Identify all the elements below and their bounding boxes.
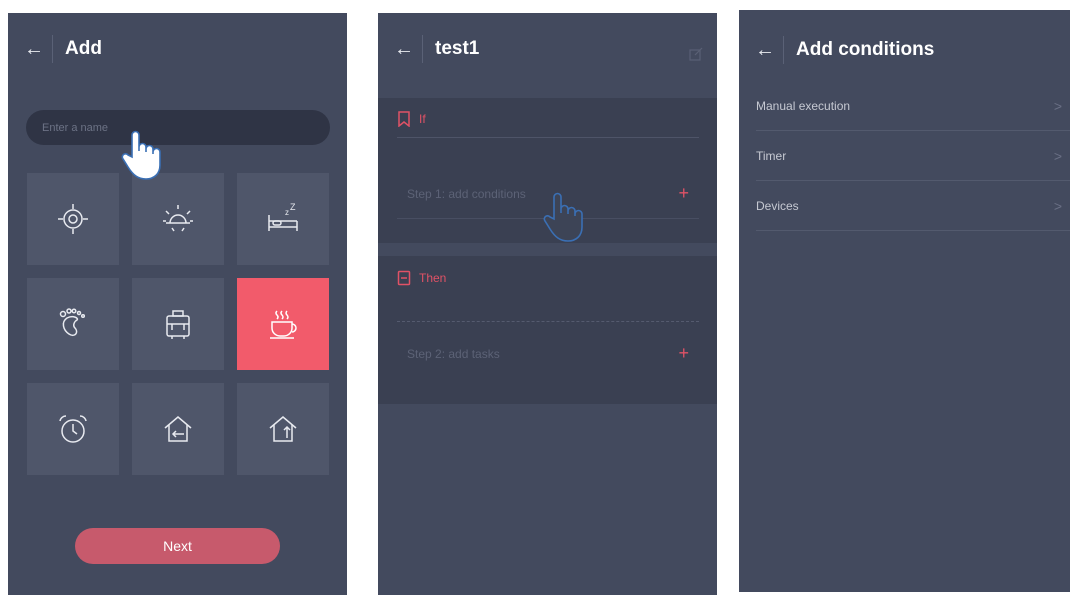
luggage-icon <box>166 310 190 339</box>
tile-sleep[interactable]: z Z <box>237 173 329 265</box>
header: ← Add <box>8 13 347 85</box>
tile-footprint[interactable] <box>27 278 119 370</box>
header-divider <box>783 36 784 64</box>
add-conditions-screen: ← Add conditions Manual execution > Time… <box>739 10 1070 592</box>
condition-label: Manual execution <box>756 99 851 113</box>
add-condition-plus-icon[interactable]: + <box>678 183 689 204</box>
next-button[interactable]: Next <box>75 528 280 564</box>
chevron-right-icon: > <box>1053 148 1062 164</box>
scene-test1-screen: ← test1 If Step 1: add conditions + Then… <box>378 13 717 595</box>
svg-text:z: z <box>285 208 289 217</box>
add-scene-screen: ← Add z Z <box>8 13 347 595</box>
header-divider <box>422 35 423 63</box>
then-header: Then <box>397 270 446 286</box>
condition-label: Devices <box>756 199 799 213</box>
chevron-right-icon: > <box>1053 98 1062 114</box>
tile-alarm[interactable] <box>27 383 119 475</box>
document-icon <box>397 270 411 286</box>
condition-item-timer[interactable]: Timer > <box>756 132 1070 181</box>
sun-icon <box>163 205 193 232</box>
tile-home-enter[interactable] <box>132 383 224 475</box>
condition-item-manual[interactable]: Manual execution > <box>756 82 1070 131</box>
condition-label: Timer <box>756 149 787 163</box>
home-leave-icon <box>269 416 297 442</box>
edit-icon[interactable] <box>689 47 703 61</box>
tile-sun[interactable] <box>132 173 224 265</box>
alarm-clock-icon <box>59 415 87 443</box>
page-title: Add conditions <box>796 39 935 60</box>
bookmark-icon <box>398 111 410 127</box>
condition-item-devices[interactable]: Devices > <box>756 182 1070 231</box>
add-tasks-row[interactable]: Step 2: add tasks + <box>407 343 689 364</box>
back-arrow-icon[interactable]: ← <box>378 38 422 61</box>
step2-label: Step 2: add tasks <box>407 346 500 361</box>
header: ← test1 <box>378 13 717 85</box>
home-enter-icon <box>164 416 192 442</box>
then-label: Then <box>419 271 447 285</box>
back-arrow-icon[interactable]: ← <box>8 38 52 61</box>
if-label: If <box>419 112 426 126</box>
tile-gear-sun[interactable] <box>27 173 119 265</box>
divider <box>397 137 699 138</box>
svg-text:Z: Z <box>290 202 296 212</box>
step1-label: Step 1: add conditions <box>407 186 526 201</box>
header-divider <box>52 35 53 63</box>
pointer-hand-icon <box>543 192 583 242</box>
chevron-right-icon: > <box>1053 198 1062 214</box>
pointer-hand-icon <box>121 130 161 180</box>
tile-home-leave[interactable] <box>237 383 329 475</box>
if-header: If <box>397 111 426 127</box>
bed-sleep-icon: z Z <box>268 202 298 231</box>
page-title: Add <box>65 38 102 59</box>
tile-luggage[interactable] <box>132 278 224 370</box>
add-task-plus-icon[interactable]: + <box>678 343 689 364</box>
divider <box>397 321 699 323</box>
coffee-cup-icon <box>270 310 297 339</box>
footprint-icon <box>59 308 86 337</box>
gear-sun-icon <box>58 204 88 234</box>
header: ← Add conditions <box>739 10 1070 90</box>
back-arrow-icon[interactable]: ← <box>739 39 783 62</box>
page-title: test1 <box>435 38 480 59</box>
tile-coffee[interactable] <box>237 278 329 370</box>
scene-name-input[interactable] <box>26 110 330 145</box>
